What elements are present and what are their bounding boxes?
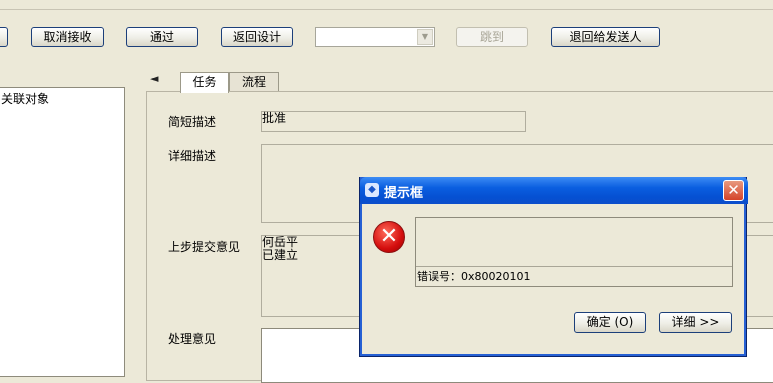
related-objects-panel[interactable]: 关联对象 [0,87,125,377]
tab-task[interactable]: 任务 [180,72,229,93]
tab-scroll-left-icon[interactable]: ◄ [150,72,158,85]
return-to-sender-button[interactable]: 退回给发送人 [551,27,660,47]
top-divider [0,9,773,10]
app-shield-icon: ◆ [365,183,379,197]
alert-dialog: ◆ 提示框 ✕ ✕ 错误号：0x80020101 确定 (O) 详细 >> [359,177,748,357]
message-box: 错误号：0x80020101 [415,217,733,287]
short-desc-field[interactable]: 批准 [261,111,526,132]
handle-opinion-label: 处理意见 [168,332,217,346]
error-icon: ✕ [373,221,405,253]
tab-process[interactable]: 流程 [229,72,279,92]
dialog-title: 提示框 [384,186,424,201]
clipped-toolbar-button[interactable] [0,27,8,47]
details-button[interactable]: 详细 >> [659,312,732,333]
close-icon[interactable]: ✕ [723,180,744,201]
related-objects-item[interactable]: 关联对象 [1,90,49,107]
jump-target-select[interactable]: ▼ [315,27,435,47]
jump-button: 跳到 [456,27,528,47]
chevron-down-icon[interactable]: ▼ [417,29,433,45]
message-top-area [416,218,732,267]
detail-desc-label: 详细描述 [168,149,217,163]
return-design-button[interactable]: 返回设计 [221,27,293,47]
error-code-text: 错误号：0x80020101 [417,270,531,283]
cancel-receive-button[interactable]: 取消接收 [31,27,104,47]
short-desc-label: 简短描述 [168,115,217,129]
dialog-title-bar[interactable]: ◆ 提示框 ✕ [360,177,748,204]
ok-button[interactable]: 确定 (O) [574,312,646,333]
prev-opinion-label: 上步提交意见 [168,240,241,254]
approve-button[interactable]: 通过 [126,27,198,47]
short-desc-value: 批准 [262,111,287,125]
